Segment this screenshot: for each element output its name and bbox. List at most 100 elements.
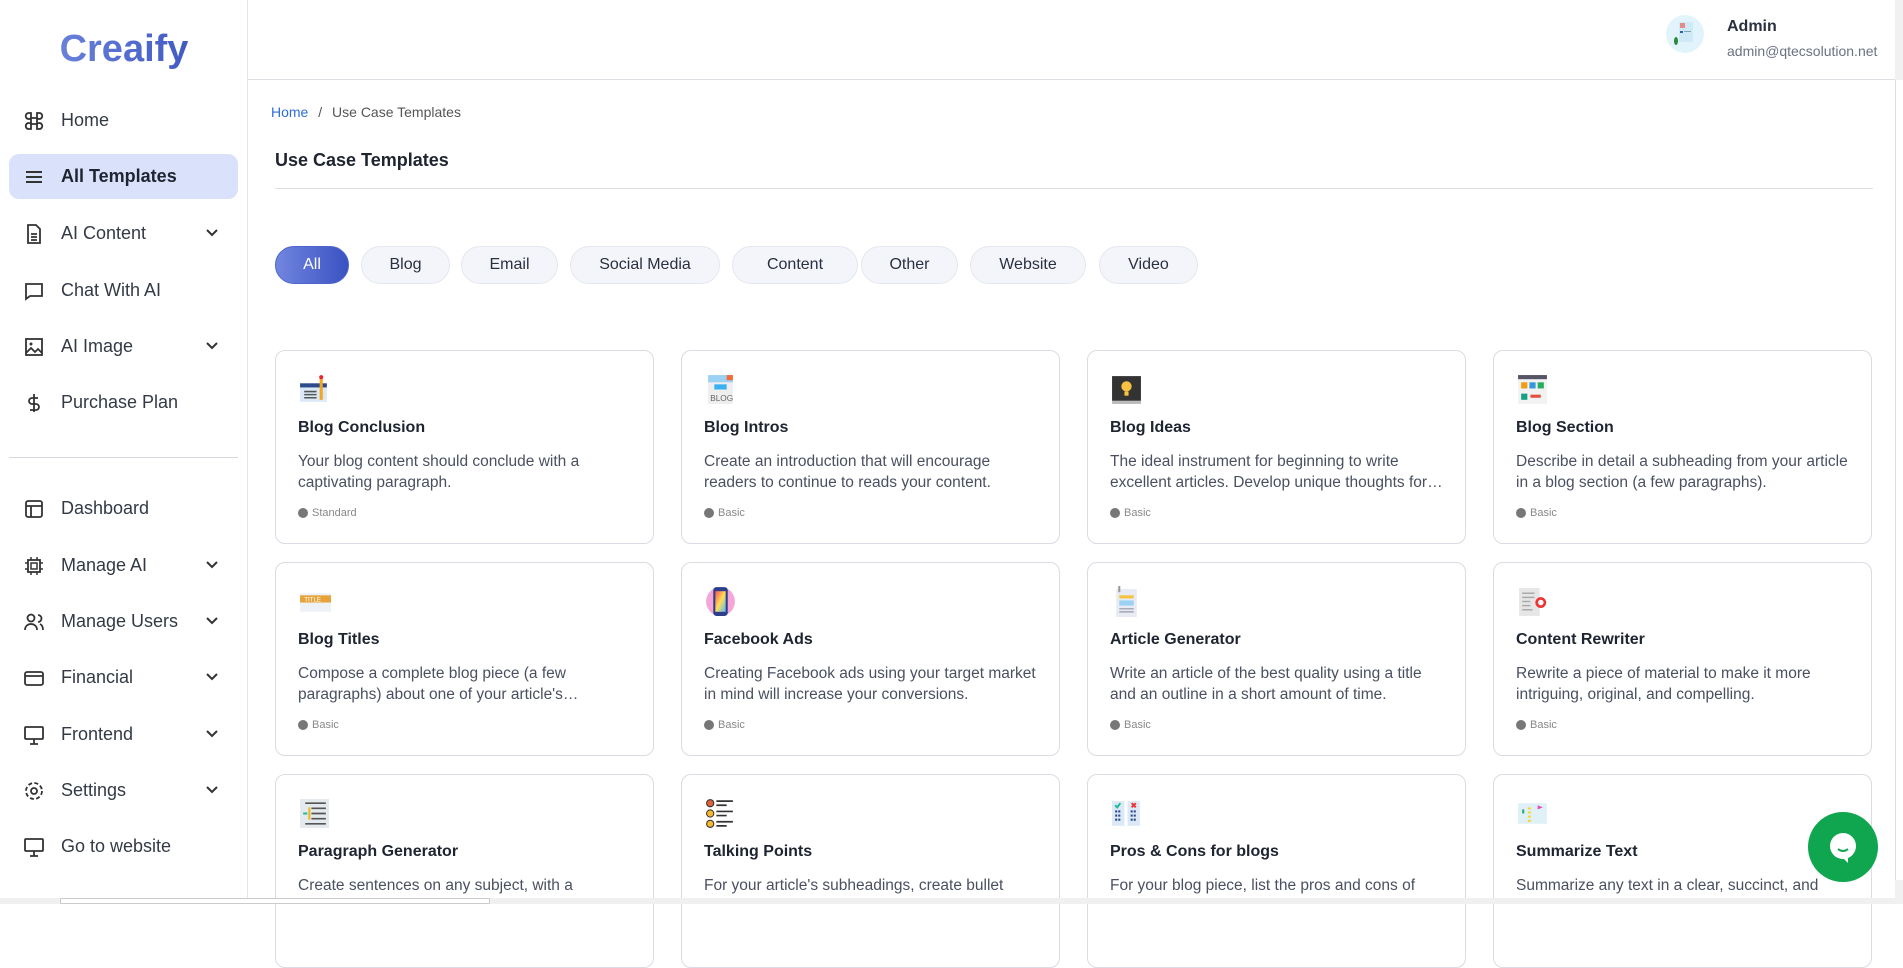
template-icon <box>1110 585 1143 618</box>
template-card[interactable]: Paragraph Generator Create sentences on … <box>275 774 654 968</box>
sidebar-item-all-templates[interactable]: All Templates <box>9 154 238 199</box>
title-divider <box>275 188 1873 189</box>
breadcrumb-home-link[interactable]: Home <box>271 104 308 120</box>
chat-widget-button[interactable] <box>1808 812 1878 882</box>
template-title: Blog Titles <box>298 631 380 648</box>
template-title: Content Rewriter <box>1516 631 1645 648</box>
image-icon <box>23 336 45 358</box>
template-card[interactable]: Blog Section Describe in detail a subhea… <box>1493 350 1872 544</box>
layout-icon <box>23 498 45 520</box>
sidebar-item-label: Manage Users <box>61 611 179 631</box>
dot-icon <box>298 508 308 518</box>
template-icon <box>704 585 737 618</box>
sidebar-item-label: AI Content <box>61 223 147 243</box>
sidebar-item-label: Financial <box>61 667 134 687</box>
template-description: Your blog content should conclude with a… <box>298 453 580 491</box>
breadcrumb: Home / Use Case Templates <box>271 104 461 120</box>
sidebar-item-ai-content[interactable]: AI Content <box>9 211 238 256</box>
filter-pill-blog[interactable]: Blog <box>361 246 450 284</box>
sidebar-item-home[interactable]: Home <box>9 98 238 143</box>
user-name: Admin <box>1727 18 1777 35</box>
dot-icon <box>1110 720 1120 730</box>
plan-badge: Basic <box>1110 719 1151 731</box>
filter-pill-website[interactable]: Website <box>970 246 1086 284</box>
sidebar-item-dashboard[interactable]: Dashboard <box>9 486 238 531</box>
template-card[interactable]: Summarize Text Summarize any text in a c… <box>1493 774 1872 968</box>
plan-badge-label: Basic <box>718 719 745 731</box>
template-description: Rewrite a piece of material to make it m… <box>1516 665 1811 703</box>
user-email: admin@qtecsolution.net <box>1727 43 1878 59</box>
sidebar-item-label: Go to website <box>61 836 172 856</box>
sidebar-item-manage-users[interactable]: Manage Users <box>9 599 238 644</box>
sidebar-item-label: Frontend <box>61 724 134 744</box>
vertical-scrollbar[interactable] <box>1895 0 1903 904</box>
dot-icon <box>1516 720 1526 730</box>
template-icon <box>1516 797 1549 830</box>
filter-pill-email[interactable]: Email <box>461 246 558 284</box>
template-icon <box>1516 373 1549 406</box>
template-description: For your article's subheadings, create b… <box>704 877 1004 894</box>
template-card[interactable]: Facebook Ads Creating Facebook ads using… <box>681 562 1060 756</box>
template-icon <box>1110 797 1143 830</box>
command-icon <box>23 110 45 132</box>
template-title: Talking Points <box>704 843 813 860</box>
monitor-icon <box>23 836 45 858</box>
template-card[interactable]: Blog Conclusion Your blog content should… <box>275 350 654 544</box>
document-icon <box>23 223 45 245</box>
sidebar-divider <box>9 457 238 458</box>
template-card[interactable]: Blog Ideas The ideal instrument for begi… <box>1087 350 1466 544</box>
plan-badge-label: Basic <box>1530 507 1557 519</box>
sidebar: Creaify Home All Templates AI Content Ch… <box>0 0 248 904</box>
sidebar-item-purchase-plan[interactable]: Purchase Plan <box>9 380 238 425</box>
breadcrumb-current: Use Case Templates <box>332 104 461 120</box>
sidebar-item-chat-with-ai[interactable]: Chat With AI <box>9 268 238 313</box>
cpu-icon <box>23 555 45 577</box>
template-card[interactable]: Content Rewriter Rewrite a piece of mate… <box>1493 562 1872 756</box>
template-title: Facebook Ads <box>704 631 813 648</box>
template-card[interactable]: Article Generator Write an article of th… <box>1087 562 1466 756</box>
sidebar-item-manage-ai[interactable]: Manage AI <box>9 543 238 588</box>
plan-badge: Basic <box>1516 507 1557 519</box>
template-card[interactable]: BLOG Blog Intros Create an introduction … <box>681 350 1060 544</box>
template-description: Create an introduction that will encoura… <box>704 453 991 491</box>
plan-badge: Standard <box>298 507 357 519</box>
sidebar-item-label: Manage AI <box>61 555 148 575</box>
chevron-down-icon <box>204 781 220 802</box>
sidebar-item-settings[interactable]: Settings <box>9 768 238 813</box>
plan-badge: Basic <box>704 719 745 731</box>
template-title: Summarize Text <box>1516 843 1638 860</box>
template-title: Paragraph Generator <box>298 843 459 860</box>
template-card[interactable]: Pros & Cons for blogs For your blog piec… <box>1087 774 1466 968</box>
svg-text:BLOG: BLOG <box>710 394 733 403</box>
sidebar-item-label: Dashboard <box>61 498 150 518</box>
template-card[interactable]: TITLE Blog Titles Compose a complete blo… <box>275 562 654 756</box>
template-title: Blog Ideas <box>1110 419 1191 436</box>
sidebar-item-label: Home <box>61 110 110 130</box>
sidebar-item-label: Settings <box>61 780 127 800</box>
top-header: Admin admin@qtecsolution.net <box>248 0 1903 80</box>
plan-badge: Basic <box>704 507 745 519</box>
monitor-icon <box>23 724 45 746</box>
sidebar-item-ai-image[interactable]: AI Image <box>9 324 238 369</box>
plan-badge: Basic <box>1516 719 1557 731</box>
sidebar-item-label: Purchase Plan <box>61 392 179 412</box>
filter-pill-social-media[interactable]: Social Media <box>570 246 720 284</box>
sidebar-item-go-to-website[interactable]: Go to website <box>9 824 238 869</box>
filter-pill-video[interactable]: Video <box>1099 246 1198 284</box>
sidebar-item-financial[interactable]: Financial <box>9 655 238 700</box>
sidebar-item-frontend[interactable]: Frontend <box>9 712 238 757</box>
horizontal-scrollbar[interactable] <box>0 898 1903 904</box>
plan-badge-label: Basic <box>718 507 745 519</box>
template-icon <box>298 797 331 830</box>
avatar[interactable] <box>1666 15 1704 53</box>
template-icon: TITLE <box>298 585 331 618</box>
chevron-down-icon <box>204 668 220 689</box>
template-title: Blog Intros <box>704 419 789 436</box>
filter-pill-other[interactable]: Other <box>861 246 958 284</box>
filter-pill-content[interactable]: Content <box>732 246 858 284</box>
plan-badge-label: Basic <box>1530 719 1557 731</box>
brand-logo[interactable]: Creaify <box>0 28 248 71</box>
filter-pill-all[interactable]: All <box>275 246 349 284</box>
template-card[interactable]: Talking Points For your article's subhea… <box>681 774 1060 968</box>
template-description: Create sentences on any subject, with a <box>298 877 573 894</box>
